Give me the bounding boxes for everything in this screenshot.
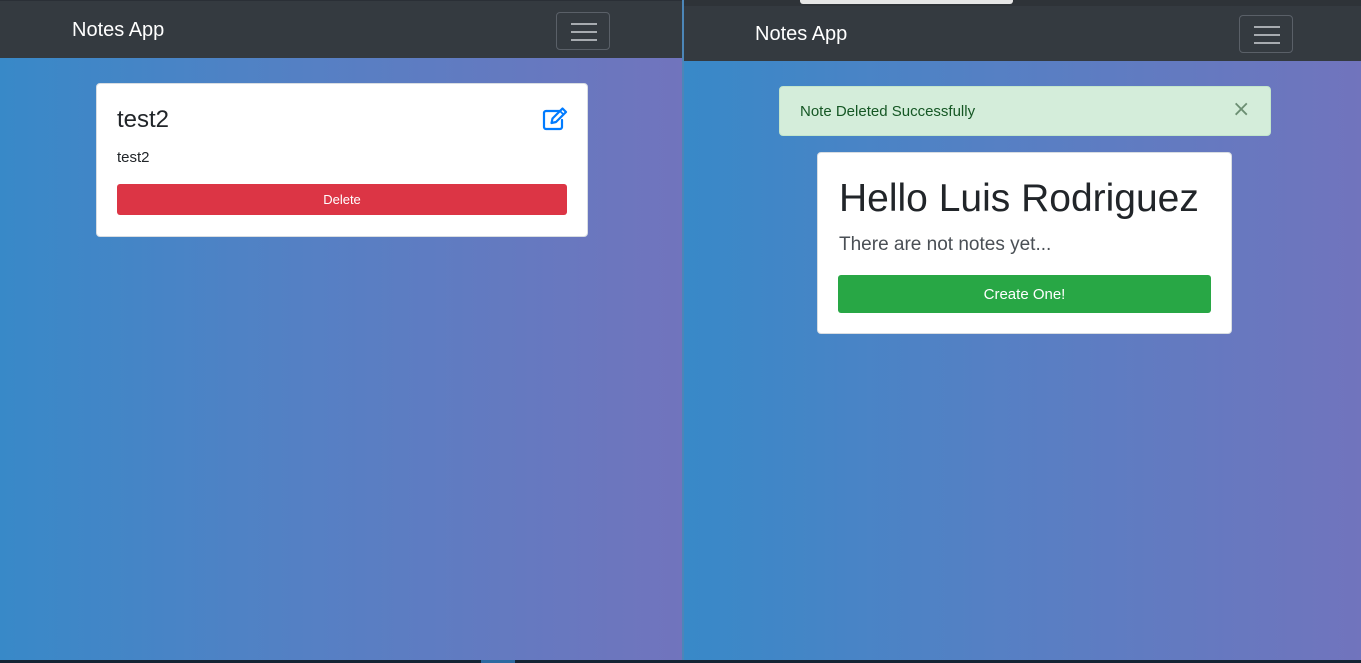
delete-button[interactable]: Delete [117, 184, 567, 215]
success-alert: Note Deleted Successfully × [779, 86, 1271, 136]
note-title: test2 [117, 106, 170, 133]
hamburger-icon [1254, 26, 1280, 28]
welcome-card: Hello Luis Rodriguez There are not notes… [817, 152, 1232, 334]
close-icon[interactable]: × [1232, 98, 1250, 122]
empty-notes-message: There are not notes yet... [839, 234, 1052, 255]
left-window: Notes App test2 test2 Delete [0, 0, 682, 661]
navbar-toggler-button[interactable] [556, 12, 610, 50]
navbar-brand[interactable]: Notes App [755, 23, 847, 46]
navbar-brand[interactable]: Notes App [72, 19, 164, 42]
right-window: Notes App Note Deleted Successfully × He… [684, 0, 1361, 660]
create-note-button[interactable]: Create One! [838, 275, 1211, 313]
navbar: Notes App [0, 1, 682, 58]
alert-message: Note Deleted Successfully [800, 103, 976, 120]
note-card: test2 test2 Delete [96, 83, 588, 237]
browser-tab[interactable] [800, 0, 1013, 4]
navbar-toggler-button[interactable] [1239, 15, 1293, 53]
welcome-title: Hello Luis Rodriguez [839, 177, 1199, 220]
navbar: Notes App [684, 6, 1361, 61]
edit-icon[interactable] [542, 107, 568, 131]
hamburger-icon [571, 23, 597, 25]
note-description: test2 [117, 149, 150, 166]
